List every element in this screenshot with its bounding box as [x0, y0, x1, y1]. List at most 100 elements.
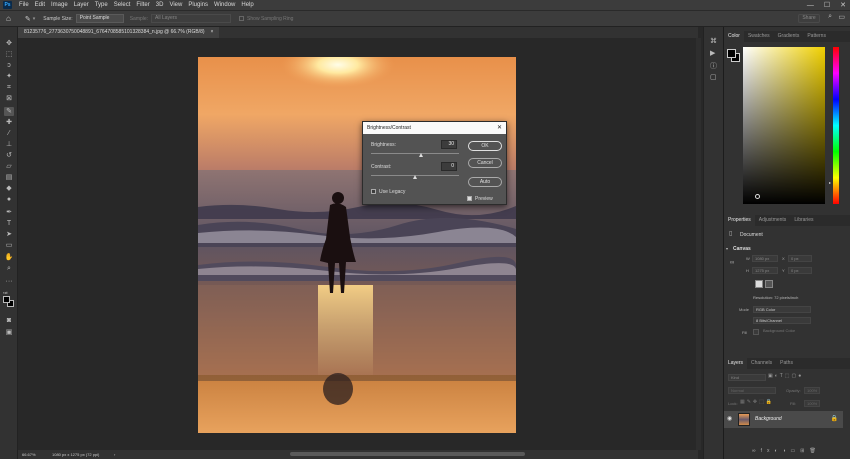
minimize-button[interactable]: —: [807, 2, 814, 9]
tab-channels[interactable]: Channels: [747, 358, 776, 369]
rectangle-tool-icon[interactable]: ▭: [4, 241, 14, 250]
tab-paths[interactable]: Paths: [776, 358, 797, 369]
close-tab-icon[interactable]: ×: [211, 27, 214, 38]
menu-window[interactable]: Window: [211, 0, 238, 10]
fill-color-swatch[interactable]: [753, 329, 759, 335]
menu-3d[interactable]: 3D: [153, 0, 167, 10]
landscape-orientation-icon[interactable]: [765, 280, 773, 288]
search-icon[interactable]: ⌕: [828, 13, 832, 21]
tab-swatches[interactable]: Swatches: [744, 31, 774, 42]
layer-visibility-eye-icon[interactable]: ◉: [727, 415, 732, 422]
more-tools-icon[interactable]: ···: [4, 277, 14, 286]
lock-icons[interactable]: ▦✎✥⬚🔒: [740, 399, 774, 405]
menu-file[interactable]: File: [16, 0, 32, 10]
hand-tool-icon[interactable]: ✋: [4, 253, 14, 262]
brightness-slider-track[interactable]: [371, 153, 459, 154]
gradient-tool-icon[interactable]: ▤: [4, 173, 14, 182]
group-icon[interactable]: ▭: [791, 448, 801, 454]
color-picker-field[interactable]: [743, 47, 825, 204]
fill-select[interactable]: Background Color: [761, 328, 811, 335]
document-image[interactable]: [198, 57, 516, 433]
history-icon[interactable]: ⌘: [710, 37, 717, 45]
width-field[interactable]: 1080 px: [752, 255, 778, 262]
horizontal-scrollbar[interactable]: [290, 452, 525, 456]
sample-select[interactable]: All Layers: [151, 14, 232, 23]
quick-mask-icon[interactable]: ◙: [4, 316, 14, 325]
layer-name[interactable]: Background: [755, 416, 782, 422]
fx-icon[interactable]: fx: [761, 448, 775, 454]
type-tool-icon[interactable]: T: [4, 219, 14, 228]
document-tab[interactable]: 81235776_2773630750048891_67647085851013…: [18, 27, 220, 38]
y-field[interactable]: 0 px: [788, 267, 812, 274]
history-brush-tool-icon[interactable]: ↺: [4, 151, 14, 160]
default-colors-icon[interactable]: ▪⇄: [3, 290, 8, 295]
tab-adjustments[interactable]: Adjustments: [755, 215, 791, 226]
maximize-button[interactable]: ☐: [824, 1, 830, 9]
comments-icon[interactable]: ▢: [710, 73, 717, 81]
opacity-field[interactable]: 100%: [804, 387, 820, 394]
close-window-button[interactable]: ✕: [840, 1, 846, 9]
auto-button[interactable]: Auto: [468, 177, 502, 187]
menu-plugins[interactable]: Plugins: [185, 0, 211, 10]
brush-tool-icon[interactable]: ⁄: [4, 129, 14, 138]
tab-properties[interactable]: Properties: [724, 215, 755, 226]
blur-tool-icon[interactable]: ◆: [4, 184, 14, 193]
menu-edit[interactable]: Edit: [32, 0, 48, 10]
mode-select[interactable]: RGB Color: [753, 306, 811, 313]
info-icon[interactable]: ⓘ: [710, 61, 717, 71]
use-legacy-checkbox[interactable]: [371, 189, 376, 194]
healing-brush-tool-icon[interactable]: ✚: [4, 118, 14, 127]
height-field[interactable]: 1275 px: [752, 267, 778, 274]
dodge-tool-icon[interactable]: ●: [4, 195, 14, 204]
brightness-slider-thumb[interactable]: [418, 153, 423, 157]
preview-checkbox[interactable]: [467, 196, 472, 201]
vertical-scrollbar[interactable]: [696, 38, 701, 450]
eyedropper-tool-preset-icon[interactable]: ✎: [25, 15, 31, 23]
color-picker-cursor[interactable]: [755, 194, 760, 199]
menu-select[interactable]: Select: [111, 0, 134, 10]
tab-color[interactable]: Color: [724, 31, 744, 42]
blend-mode-select[interactable]: Normal: [728, 387, 776, 394]
mask-icon[interactable]: ◐: [774, 448, 782, 454]
home-icon[interactable]: ⌂: [6, 14, 11, 23]
menu-image[interactable]: Image: [48, 0, 71, 10]
move-tool-icon[interactable]: ✥: [4, 39, 14, 48]
layer-fill-field[interactable]: 100%: [804, 400, 820, 407]
show-ring-checkbox[interactable]: [239, 16, 245, 21]
menu-filter[interactable]: Filter: [133, 0, 152, 10]
tab-patterns[interactable]: Patterns: [803, 31, 830, 42]
preset-chevron-icon[interactable]: ▾: [33, 16, 36, 22]
lasso-tool-icon[interactable]: ↄ: [4, 61, 14, 70]
menu-view[interactable]: View: [166, 0, 185, 10]
foreground-color-swatch[interactable]: [3, 296, 10, 303]
contrast-input[interactable]: 0: [441, 162, 457, 171]
actions-icon[interactable]: ▶: [710, 49, 715, 57]
share-button[interactable]: Share: [798, 14, 820, 23]
portrait-orientation-icon[interactable]: [755, 280, 763, 288]
tab-libraries[interactable]: Libraries: [790, 215, 817, 226]
bit-depth-select[interactable]: 8 Bits/Channel: [753, 317, 811, 324]
hue-slider-thumb[interactable]: ▸: [829, 180, 831, 185]
crop-tool-icon[interactable]: ⌗: [4, 83, 14, 92]
screen-mode-icon[interactable]: ▣: [4, 328, 14, 337]
tab-gradients[interactable]: Gradients: [774, 31, 804, 42]
link-icon[interactable]: ∞: [730, 260, 734, 266]
delete-layer-icon[interactable]: 🗑: [809, 448, 820, 454]
eraser-tool-icon[interactable]: ▱: [4, 162, 14, 171]
pen-tool-icon[interactable]: ✒: [4, 208, 14, 217]
magic-wand-tool-icon[interactable]: ✦: [4, 72, 14, 81]
menu-layer[interactable]: Layer: [71, 0, 92, 10]
brightness-input[interactable]: 30: [441, 140, 457, 149]
zoom-tool-icon[interactable]: ⌕: [4, 264, 14, 273]
hue-slider[interactable]: [833, 47, 839, 204]
zoom-level[interactable]: 66.67%: [22, 450, 36, 459]
cancel-button[interactable]: Cancel: [468, 158, 502, 168]
menu-help[interactable]: Help: [238, 0, 256, 10]
marquee-tool-icon[interactable]: ⬚: [4, 50, 14, 59]
frame-tool-icon[interactable]: ⊠: [4, 94, 14, 103]
layer-filter-icons[interactable]: ▣◐T⬚▢●: [768, 373, 803, 379]
dialog-close-icon[interactable]: ✕: [497, 122, 502, 134]
path-selection-tool-icon[interactable]: ➤: [4, 230, 14, 239]
link-layers-icon[interactable]: ∞: [752, 448, 761, 454]
clone-stamp-tool-icon[interactable]: ⊥: [4, 140, 14, 149]
